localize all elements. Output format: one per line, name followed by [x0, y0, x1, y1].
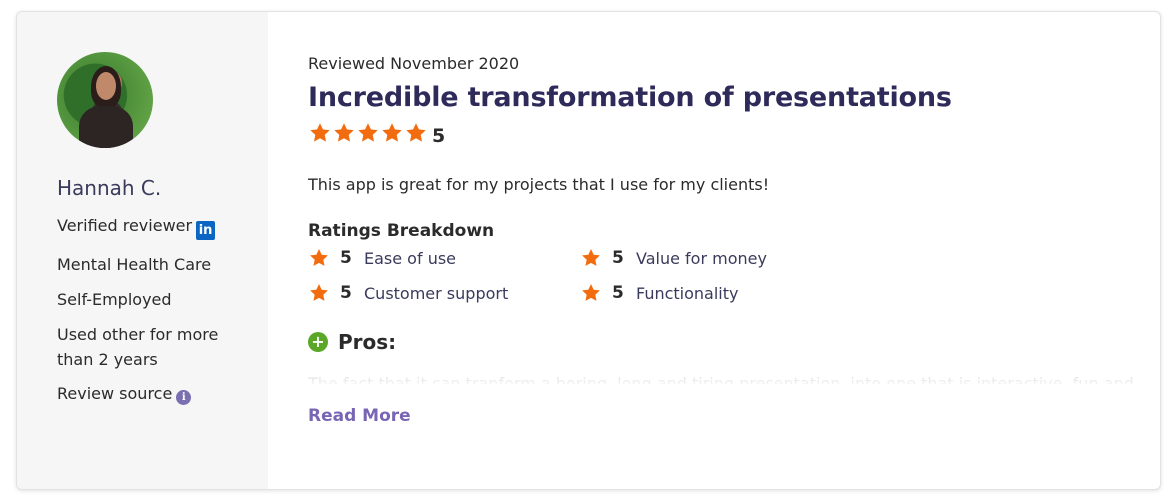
pros-text: The fact that it can tranform a boring, … [308, 370, 1160, 384]
breakdown-label: Customer support [364, 283, 509, 303]
reviewer-name: Hannah C. [57, 176, 162, 200]
ratings-breakdown-title: Ratings Breakdown [308, 221, 495, 241]
star-icon [310, 123, 330, 142]
breakdown-score: 5 [340, 248, 352, 268]
star-icon [334, 123, 354, 142]
pros-heading: + Pros: [308, 330, 1160, 354]
review-body: This app is great for my projects that I… [308, 175, 770, 194]
avatar [57, 52, 153, 148]
star-icon [582, 284, 600, 301]
star-icon [382, 123, 402, 142]
breakdown-functionality: 5 Functionality [580, 282, 852, 304]
star-icon [310, 249, 328, 266]
star-rating [308, 121, 428, 145]
review-card: Hannah C. Verified reviewer in Mental Hea… [16, 11, 1161, 490]
reviewer-company-size: Self-Employed [57, 290, 172, 309]
verified-label: Verified reviewer [57, 216, 193, 235]
verified-reviewer: Verified reviewer in [57, 216, 268, 240]
star-icon [310, 284, 328, 301]
star-icon [582, 249, 600, 266]
breakdown-ease-of-use: 5 Ease of use [308, 247, 580, 269]
review-date: Reviewed November 2020 [308, 54, 520, 73]
breakdown-customer-support: 5 Customer support [308, 282, 580, 304]
breakdown-label: Ease of use [364, 248, 457, 268]
overall-score: 5 [432, 125, 446, 147]
breakdown-label: Functionality [636, 283, 739, 303]
plus-circle-icon: + [308, 332, 328, 352]
review-title: Incredible transformation of presentatio… [308, 82, 952, 113]
review-content: Reviewed November 2020 Incredible transf… [268, 12, 1160, 489]
pros-label: Pros: [338, 330, 397, 354]
linkedin-icon[interactable]: in [196, 221, 216, 240]
star-icon [406, 123, 426, 142]
reviewer-usage: Used other for more than 2 years [57, 325, 219, 369]
review-source-label: Review source [57, 384, 173, 403]
breakdown-score: 5 [340, 283, 352, 303]
reviewer-industry: Mental Health Care [57, 255, 212, 274]
breakdown-value-for-money: 5 Value for money [580, 247, 852, 269]
info-icon[interactable]: i [176, 390, 192, 405]
reviewer-meta: Verified reviewer in Mental Health Care S… [57, 216, 268, 405]
overall-rating: 5 [308, 119, 1160, 147]
star-icon [358, 123, 378, 142]
ratings-breakdown: 5 Ease of use 5 Value for money 5 Custom… [308, 247, 1160, 304]
breakdown-score: 5 [612, 283, 624, 303]
read-more-link[interactable]: Read More [308, 406, 411, 426]
breakdown-score: 5 [612, 248, 624, 268]
review-source: Review source i [57, 384, 268, 405]
reviewer-panel: Hannah C. Verified reviewer in Mental Hea… [17, 12, 268, 489]
breakdown-label: Value for money [636, 248, 767, 268]
